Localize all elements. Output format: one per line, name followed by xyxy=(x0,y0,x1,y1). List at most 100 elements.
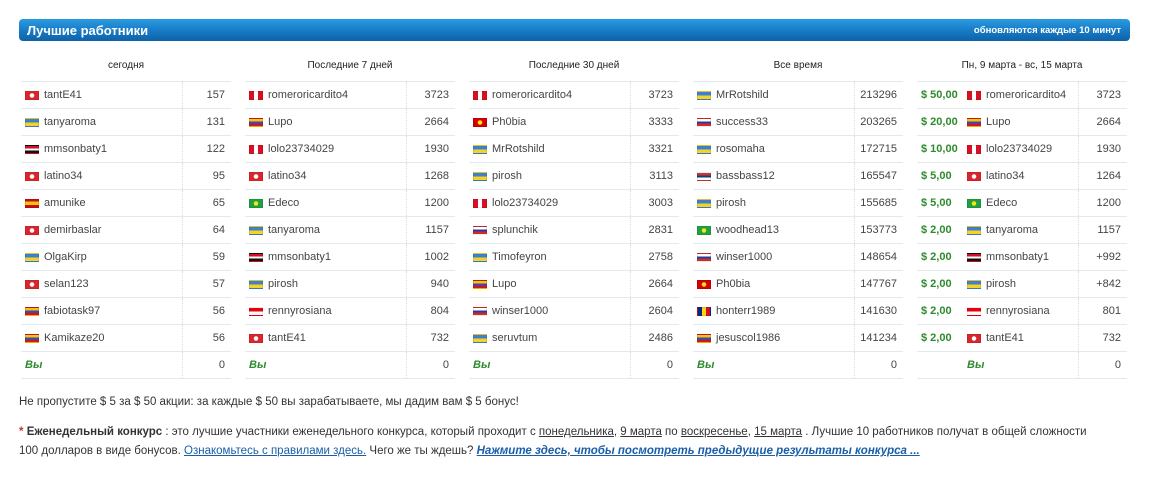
leaderboard-row: tantE41 732 xyxy=(245,324,455,351)
worker-name[interactable]: lolo23734029 xyxy=(492,197,558,209)
worker-cell: romeroricardito4 xyxy=(245,82,407,108)
worker-name[interactable]: splunchik xyxy=(492,224,538,236)
worker-cell: tanyaroma xyxy=(21,109,183,135)
leaderboard-row: $ 5,00 Edeco 1200 xyxy=(917,189,1127,216)
worker-name[interactable]: pirosh xyxy=(986,278,1016,290)
worker-name[interactable]: tanyaroma xyxy=(986,224,1038,236)
worker-name[interactable]: Ph0bia xyxy=(492,116,526,128)
worker-name[interactable]: pirosh xyxy=(268,278,298,290)
worker-name[interactable]: tantE41 xyxy=(44,89,82,101)
worker-cell: pirosh xyxy=(245,271,407,297)
worker-name[interactable]: latino34 xyxy=(44,170,83,182)
worker-cell: lolo23734029 xyxy=(963,136,1079,162)
worker-name[interactable]: latino34 xyxy=(268,170,307,182)
worker-score: 0 xyxy=(666,359,673,371)
worker-name[interactable]: Lupo xyxy=(492,278,516,290)
worker-name[interactable]: winser1000 xyxy=(492,305,548,317)
leaderboard-row: rosomaha 172715 xyxy=(693,135,903,162)
worker-name[interactable]: tanyaroma xyxy=(44,116,96,128)
worker-name[interactable]: tantE41 xyxy=(986,332,1024,344)
worker-name[interactable]: pirosh xyxy=(492,170,522,182)
worker-cell: Timofeyron xyxy=(469,244,631,270)
worker-name[interactable]: lolo23734029 xyxy=(268,143,334,155)
worker-name[interactable]: Edeco xyxy=(986,197,1017,209)
country-flag-icon xyxy=(967,90,981,100)
worker-name[interactable]: Kamikaze20 xyxy=(44,332,105,344)
worker-name[interactable]: romeroricardito4 xyxy=(986,89,1066,101)
worker-name[interactable]: latino34 xyxy=(986,170,1025,182)
country-flag-icon xyxy=(25,306,39,316)
worker-cell: amunike xyxy=(21,190,183,216)
worker-name[interactable]: honterr1989 xyxy=(716,305,775,317)
worker-name[interactable]: rennyrosiana xyxy=(268,305,332,317)
worker-name[interactable]: demirbaslar xyxy=(44,224,101,236)
worker-score: 56 xyxy=(212,332,225,344)
worker-name[interactable]: tanyaroma xyxy=(268,224,320,236)
leaderboard-row: Edeco 1200 xyxy=(245,189,455,216)
worker-cell: MrRotshild xyxy=(693,82,855,108)
leaderboard-row: pirosh 940 xyxy=(245,270,455,297)
leaderboard-row: lolo23734029 1930 xyxy=(245,135,455,162)
worker-name[interactable]: tantE41 xyxy=(268,332,306,344)
worker-name[interactable]: romeroricardito4 xyxy=(268,89,348,101)
worker-score: 3113 xyxy=(649,170,673,182)
country-flag-icon xyxy=(967,117,981,127)
leaderboard-row: $ 2,00 tantE41 732 xyxy=(917,324,1127,351)
worker-name[interactable]: MrRotshild xyxy=(716,89,769,101)
worker-name[interactable]: Lupo xyxy=(986,116,1010,128)
worker-cell: Вы xyxy=(963,352,1079,378)
country-flag-icon xyxy=(697,252,711,262)
worker-score: 1200 xyxy=(424,197,449,209)
worker-name[interactable]: OlgaKirp xyxy=(44,251,87,263)
worker-name[interactable]: Timofeyron xyxy=(492,251,547,263)
country-flag-icon xyxy=(967,225,981,235)
leaderboard-column: Все время MrRotshild 213296 success33 203265… xyxy=(693,56,903,379)
rules-link[interactable]: Ознакомьтесь с правилами здесь. xyxy=(184,445,366,457)
worker-name[interactable]: woodhead13 xyxy=(716,224,779,236)
worker-name[interactable]: jesuscol1986 xyxy=(716,332,780,344)
leaderboard-row: selan123 57 xyxy=(21,270,231,297)
worker-name[interactable]: lolo23734029 xyxy=(986,143,1052,155)
leaderboard-row: $ 50,00 romeroricardito4 3723 xyxy=(917,81,1127,108)
worker-name[interactable]: mmsonbaty1 xyxy=(986,251,1049,263)
worker-name[interactable]: mmsonbaty1 xyxy=(44,143,107,155)
top-workers-header: Лучшие работники обновляются каждые 10 м… xyxy=(19,19,1130,41)
worker-score: 0 xyxy=(1114,359,1121,371)
leaderboard-row: $ 20,00 Lupo 2664 xyxy=(917,108,1127,135)
prize-amount: $ 20,00 xyxy=(921,116,958,128)
worker-name[interactable]: MrRotshild xyxy=(492,143,545,155)
worker-name[interactable]: pirosh xyxy=(716,197,746,209)
worker-name[interactable]: mmsonbaty1 xyxy=(268,251,331,263)
worker-name[interactable]: seruvtum xyxy=(492,332,537,344)
prize-amount: $ 10,00 xyxy=(921,143,958,155)
leaderboard-row: $ 5,00 latino34 1264 xyxy=(917,162,1127,189)
worker-name[interactable]: amunike xyxy=(44,197,86,209)
worker-score: 1157 xyxy=(425,224,449,236)
worker-score: 2758 xyxy=(648,251,673,263)
leaderboard-row: tanyaroma 131 xyxy=(21,108,231,135)
worker-name[interactable]: fabiotask97 xyxy=(44,305,100,317)
worker-score: 64 xyxy=(212,224,225,236)
weekly-text-4: Чего же ты ждешь? xyxy=(366,445,477,457)
previous-results-link[interactable]: Нажмите здесь, чтобы посмотреть предыдущ… xyxy=(477,445,920,457)
country-flag-icon xyxy=(249,117,263,127)
column-title: Последние 7 дней xyxy=(307,60,393,71)
worker-name[interactable]: rennyrosiana xyxy=(986,305,1050,317)
weekly-contest-text: * Еженедельный конкурс : это лучшие учас… xyxy=(19,423,1099,461)
worker-name[interactable]: Ph0bia xyxy=(716,278,750,290)
worker-name[interactable]: winser1000 xyxy=(716,251,772,263)
leaderboard-row: $ 2,00 tanyaroma 1157 xyxy=(917,216,1127,243)
prize-amount: $ 2,00 xyxy=(921,224,952,236)
worker-score: 95 xyxy=(212,170,225,182)
country-flag-icon xyxy=(473,333,487,343)
country-flag-icon xyxy=(473,279,487,289)
worker-name[interactable]: Edeco xyxy=(268,197,299,209)
worker-name[interactable]: bassbass12 xyxy=(716,170,775,182)
country-flag-icon xyxy=(473,171,487,181)
worker-name[interactable]: rosomaha xyxy=(716,143,765,155)
worker-score: 56 xyxy=(212,305,225,317)
worker-name[interactable]: success33 xyxy=(716,116,768,128)
worker-name[interactable]: Lupo xyxy=(268,116,292,128)
worker-name[interactable]: selan123 xyxy=(44,278,89,290)
worker-name[interactable]: romeroricardito4 xyxy=(492,89,572,101)
